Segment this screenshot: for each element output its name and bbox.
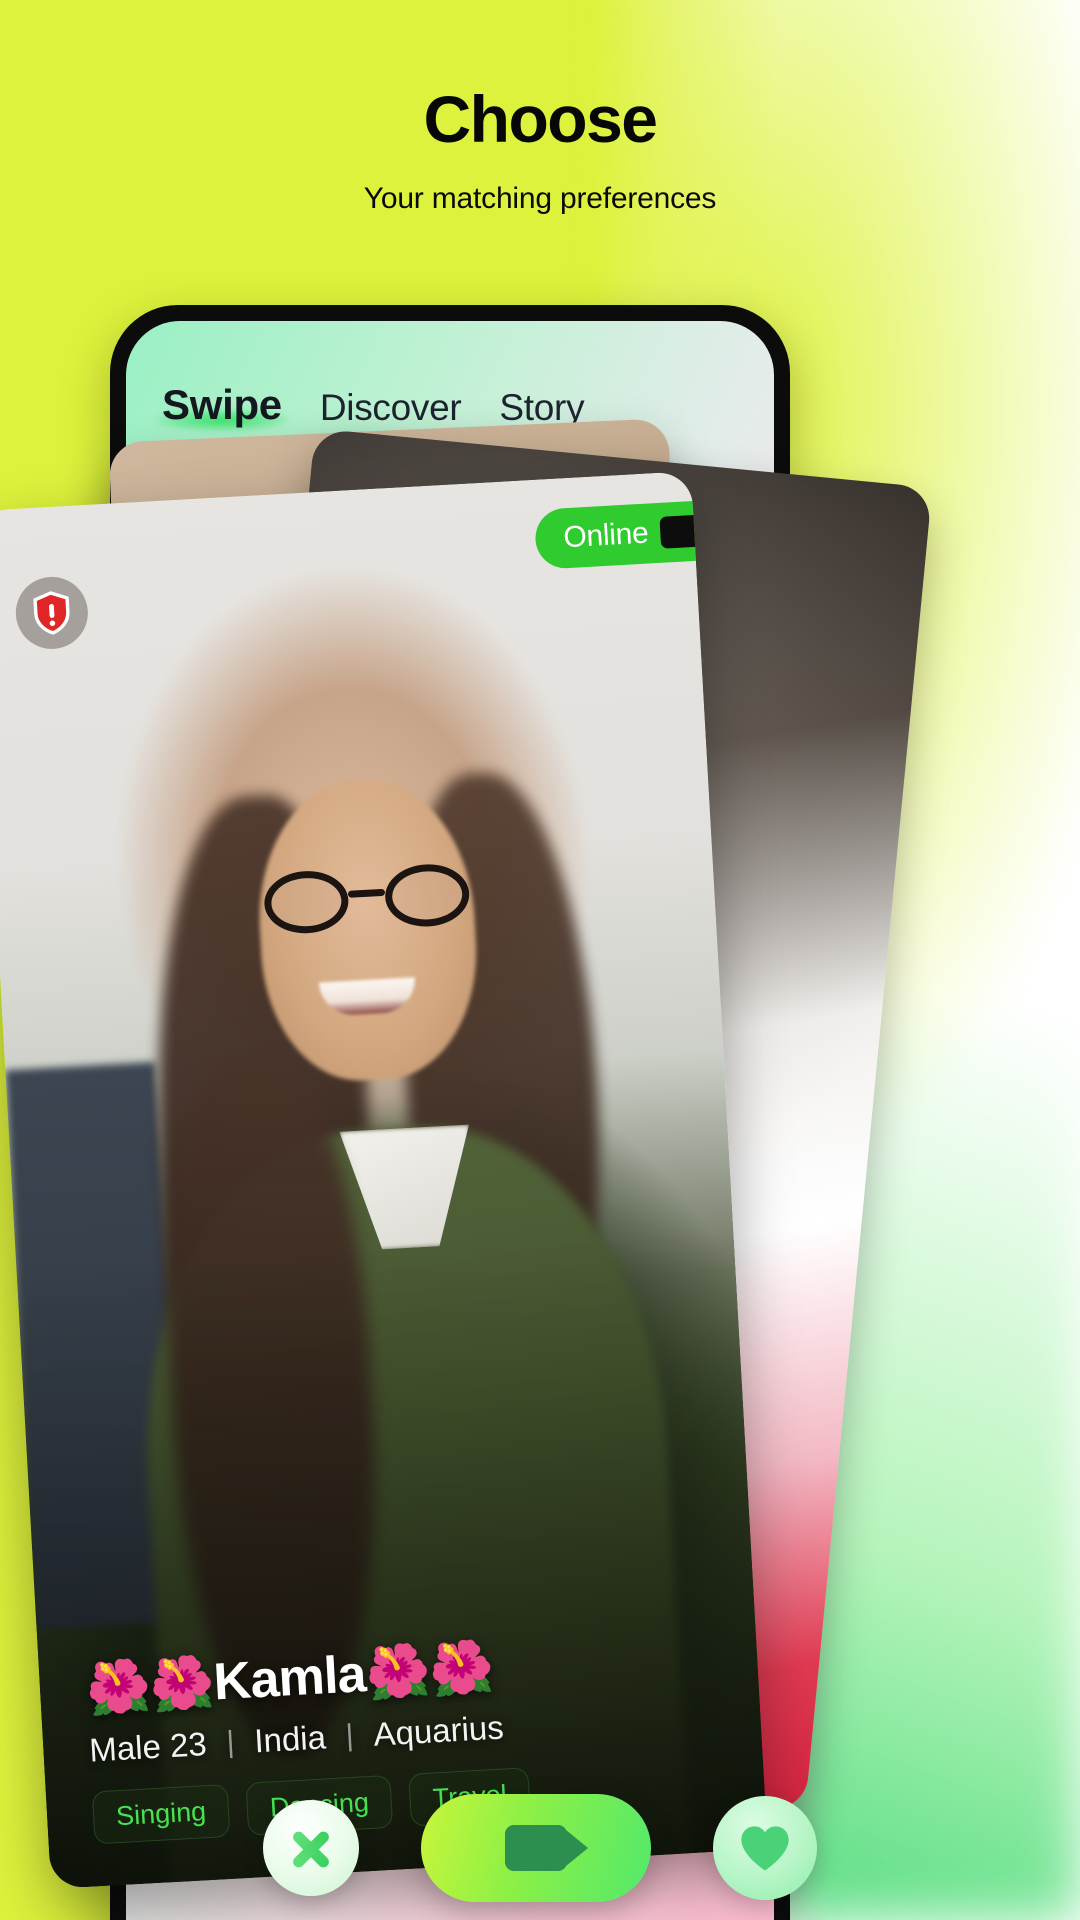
page-subtitle: Your matching preferences [363, 182, 717, 215]
page-title: Choose [423, 82, 658, 156]
like-button[interactable] [713, 1796, 817, 1900]
online-status-label: Online [562, 516, 650, 555]
profile-zodiac: Aquarius [372, 1708, 505, 1753]
photo-glasses [262, 862, 471, 936]
pass-button[interactable] [263, 1800, 359, 1896]
shield-exclamation-icon [33, 591, 70, 635]
profile-country: India [253, 1718, 327, 1760]
video-camera-icon [505, 1825, 588, 1871]
header: Choose Your matching preferences [0, 0, 1080, 216]
video-call-button[interactable] [421, 1794, 651, 1902]
tab-bar: Swipe Discover Story [162, 381, 585, 429]
tab-swipe[interactable]: Swipe [162, 381, 282, 429]
profile-gender-age: Male 23 [88, 1725, 208, 1769]
profile-card-front[interactable]: Online 🌺🌺Kamla🌺🌺 Male 23 | India | Aquar… [0, 471, 768, 1889]
glasses-lens-right [383, 862, 471, 929]
glasses-lens-left [262, 868, 351, 936]
action-bar [0, 1768, 1080, 1920]
meta-separator-1: | [225, 1725, 236, 1759]
close-x-icon [288, 1825, 334, 1871]
glasses-bridge [347, 888, 386, 898]
tab-discover[interactable]: Discover [320, 387, 462, 429]
meta-separator-2: | [344, 1718, 355, 1753]
heart-icon [741, 1826, 789, 1871]
